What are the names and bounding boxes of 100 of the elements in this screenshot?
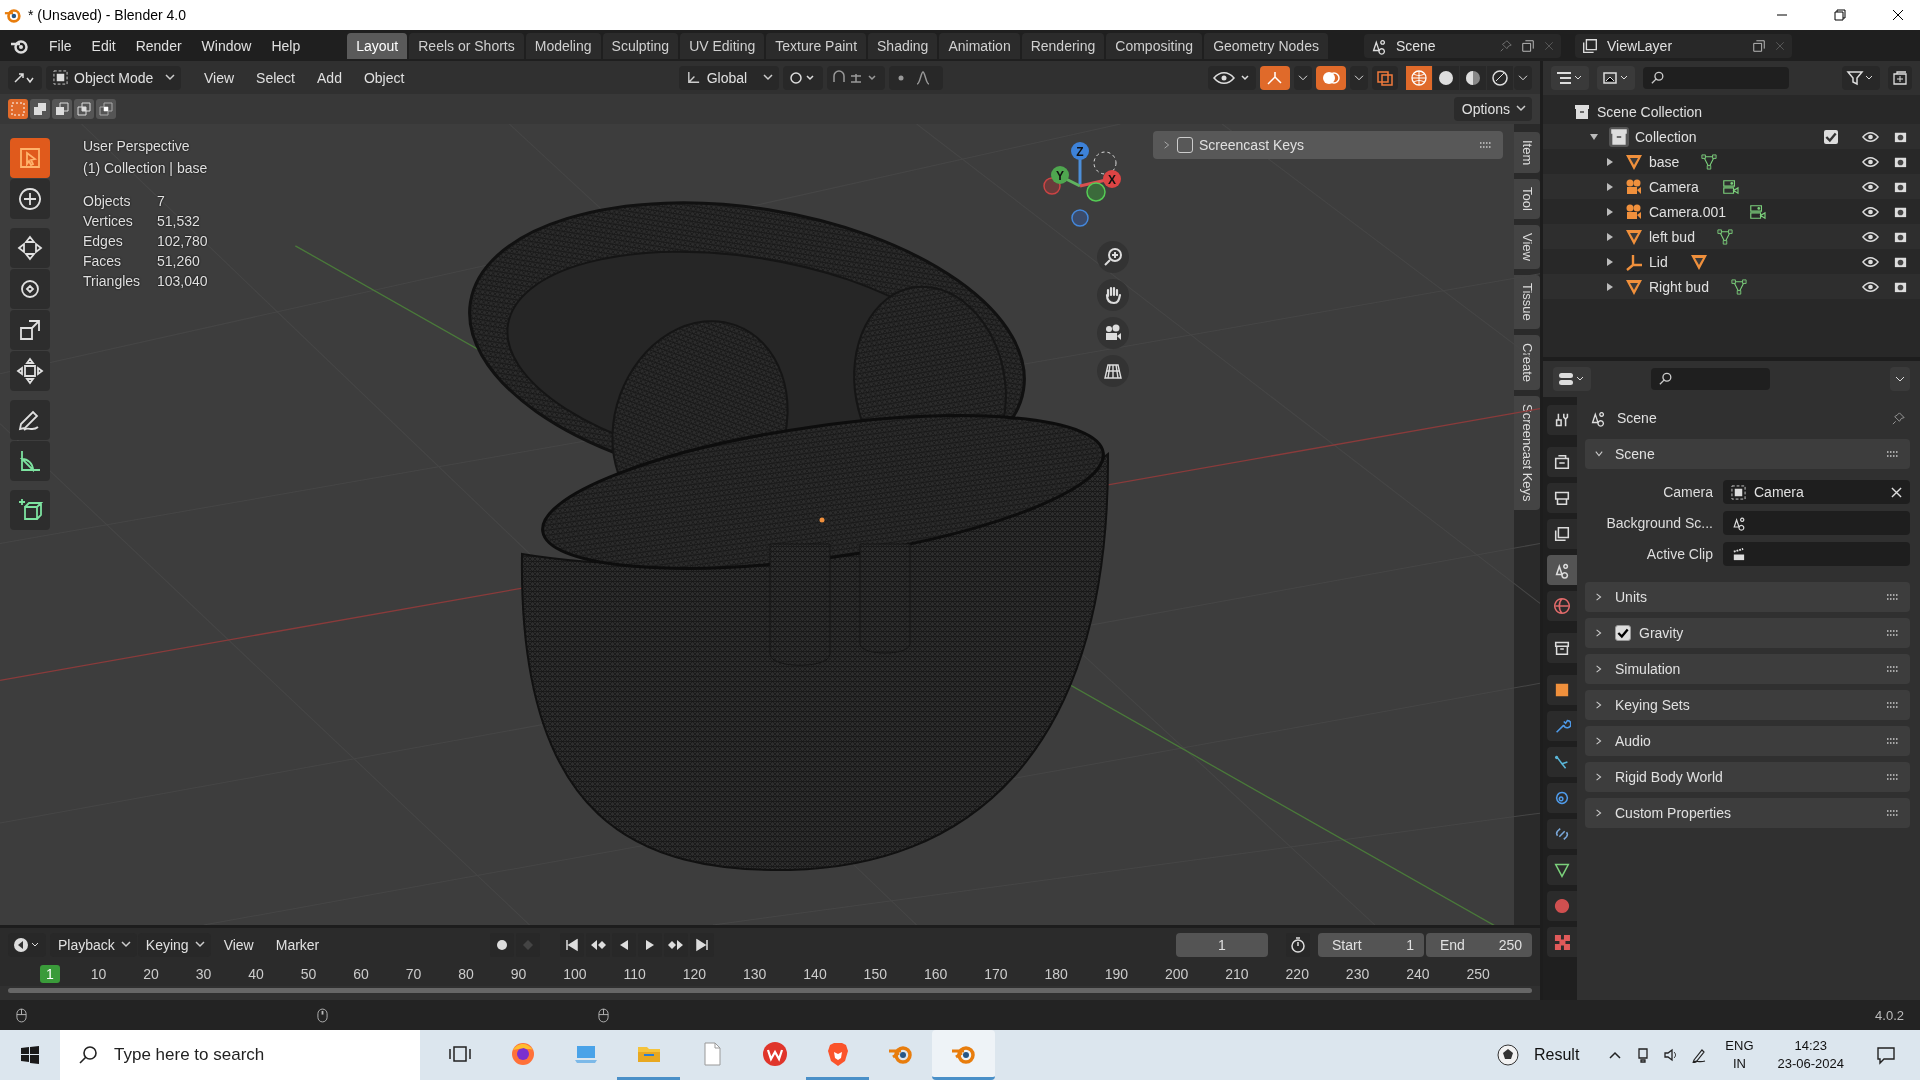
frame-number: 190 <box>1103 965 1130 983</box>
workspace-tab[interactable]: Sculpting <box>602 32 679 59</box>
mode-dropdown[interactable]: Object Mode <box>46 65 181 90</box>
panel-header[interactable]: Simulation <box>1585 654 1910 684</box>
stat-label: Vertices <box>83 213 134 229</box>
workspace-tab[interactable]: Reels or Shorts <box>409 32 524 59</box>
frame-number: 80 <box>457 965 475 983</box>
panel-header[interactable]: Units <box>1585 582 1910 612</box>
panel-header[interactable]: Keying Sets <box>1585 690 1910 720</box>
panel-title: Gravity <box>1639 625 1684 641</box>
field-value: 1 <box>1406 937 1414 953</box>
frame-number: 70 <box>404 965 423 983</box>
keying-dropdown[interactable]: Keying <box>137 933 211 957</box>
frame-number: 210 <box>1224 965 1250 983</box>
workspace-tab[interactable]: UV Editing <box>680 32 765 59</box>
frame-number: 110 <box>622 965 647 983</box>
workspace-tab[interactable]: Geometry Nodes <box>1204 32 1328 59</box>
object-name[interactable]: Camera.001 <box>1649 203 1727 220</box>
sidebar-tab[interactable]: Screencast Keys <box>1514 395 1540 510</box>
language-text: IN <box>1732 1055 1746 1073</box>
field-label: Active Clip <box>1645 546 1713 562</box>
menu-item[interactable]: Render <box>126 34 191 57</box>
frame-number: 20 <box>142 965 160 983</box>
menu-item[interactable]: Marker <box>266 934 329 956</box>
collection-name[interactable]: Collection <box>1635 128 1697 145</box>
menu-item[interactable]: View <box>214 934 263 956</box>
frame-number: 140 <box>802 965 828 983</box>
data-field[interactable]: Camera <box>1723 480 1910 504</box>
panel-title: Audio <box>1615 733 1651 749</box>
menu-item[interactable]: File <box>40 34 81 57</box>
menu-item[interactable]: Select <box>247 66 304 89</box>
stat-label: Faces <box>83 253 123 269</box>
panel-header[interactable]: Gravity <box>1585 618 1910 648</box>
frame-number: 200 <box>1164 965 1190 983</box>
menu-item[interactable]: Window <box>192 34 261 57</box>
workspace-tab[interactable]: Modeling <box>525 32 601 59</box>
workspace-tab[interactable]: Rendering <box>1021 32 1105 59</box>
stat-value: 103,040 <box>157 273 208 289</box>
date-text: 23-06-2024 <box>1777 1055 1844 1073</box>
menu-item[interactable]: Object <box>354 66 414 89</box>
stat-label: Objects <box>83 193 132 209</box>
frame-number: 40 <box>247 965 265 983</box>
weather-text: Result <box>1533 1046 1580 1064</box>
workspace-tab[interactable]: Layout <box>347 32 408 59</box>
panel-title: Scene <box>1615 446 1655 462</box>
panel-title: Custom Properties <box>1615 805 1731 821</box>
object-name[interactable]: base <box>1649 153 1680 170</box>
panel-header[interactable]: Custom Properties <box>1585 798 1910 828</box>
y-axis-handle[interactable]: Y <box>1051 166 1069 184</box>
stat-value: 7 <box>157 193 166 209</box>
workspace-tab[interactable]: Shading <box>868 32 938 59</box>
sidebar-tab[interactable]: Tool <box>1514 179 1540 220</box>
scene-selector[interactable]: Scene <box>1363 33 1561 58</box>
options-dropdown[interactable]: Options <box>1453 97 1532 121</box>
frame-number: 100 <box>562 965 588 983</box>
language-indicator[interactable]: ENG IN <box>1725 1037 1754 1073</box>
menu-item[interactable]: Add <box>308 66 351 89</box>
sidebar-tab[interactable]: Create <box>1514 334 1540 390</box>
frame-number: 130 <box>742 965 768 983</box>
playback-dropdown[interactable]: Playback <box>50 933 137 957</box>
sidebar-tab[interactable]: Item <box>1514 132 1540 174</box>
workspace-tab[interactable]: Animation <box>939 32 1020 59</box>
taskbar-search-field[interactable]: Type here to search <box>60 1030 420 1080</box>
view-layer-selector[interactable]: ViewLayer <box>1574 33 1792 58</box>
menu-item[interactable]: View <box>195 66 244 89</box>
collection-name[interactable]: Scene Collection <box>1597 103 1703 120</box>
viewport-info-text: (1) Collection | base <box>83 159 208 178</box>
panel-header[interactable]: Screencast Keys <box>1153 131 1503 159</box>
menu-item[interactable]: Help <box>262 34 310 57</box>
frame-number: 30 <box>194 965 213 983</box>
object-name[interactable]: Camera <box>1649 178 1699 195</box>
sidebar-tab[interactable]: Tissue <box>1514 275 1540 329</box>
frame-number: 240 <box>1405 965 1431 983</box>
view-layer-name: ViewLayer <box>1606 37 1674 54</box>
object-name[interactable]: Lid <box>1649 253 1668 270</box>
start-frame-field[interactable]: Start 1 <box>1318 933 1424 957</box>
sidebar-tab[interactable]: View <box>1514 225 1540 270</box>
panel-header[interactable]: Scene <box>1585 439 1910 469</box>
frame-number: 1 <box>40 965 60 983</box>
z-axis-handle[interactable]: Z <box>1071 142 1089 160</box>
field-label: Start <box>1332 937 1362 953</box>
menu-item[interactable]: Edit <box>82 34 125 57</box>
object-name[interactable]: left bud <box>1649 228 1695 245</box>
workspace-tab[interactable]: Texture Paint <box>766 32 867 59</box>
language-text: ENG <box>1725 1037 1754 1055</box>
stat-value: 51,260 <box>157 253 201 269</box>
field-value: 250 <box>1498 937 1522 953</box>
context-title: Scene <box>1617 410 1657 426</box>
panel-header[interactable]: Audio <box>1585 726 1910 756</box>
workspace-tab[interactable]: Compositing <box>1106 32 1203 59</box>
stat-label: Triangles <box>83 273 142 289</box>
object-name[interactable]: Right bud <box>1649 278 1709 295</box>
panel-header[interactable]: Rigid Body World <box>1585 762 1910 792</box>
end-frame-field[interactable]: End 250 <box>1426 933 1532 957</box>
current-frame-field[interactable]: 1 <box>1176 933 1268 957</box>
x-axis-handle[interactable]: X <box>1103 170 1121 188</box>
orientation-dropdown[interactable]: Global <box>678 65 779 90</box>
clock[interactable]: 14:23 23-06-2024 <box>1777 1037 1844 1073</box>
frame-number: 90 <box>509 965 528 983</box>
frame-number: 150 <box>862 965 888 983</box>
